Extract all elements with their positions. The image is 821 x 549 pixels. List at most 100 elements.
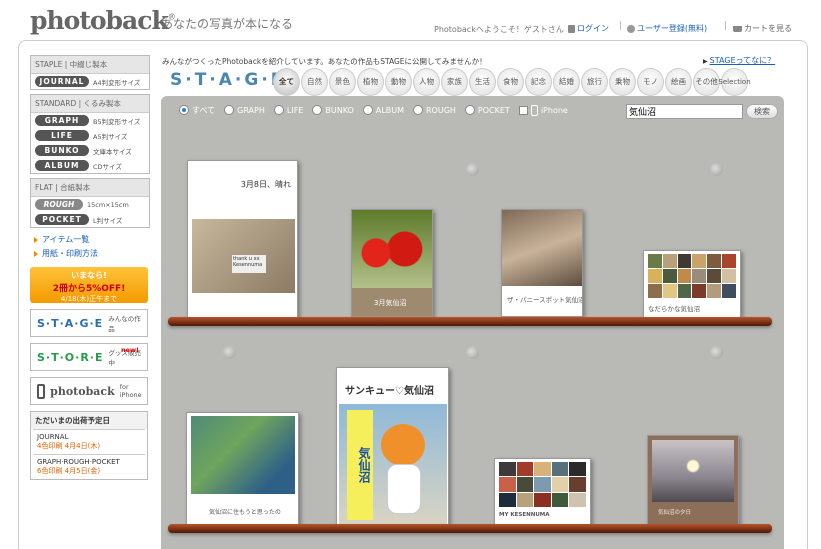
product-desc: B5判変形サイズ: [93, 117, 141, 126]
filter-rough[interactable]: ROUGH: [412, 105, 456, 115]
category-things[interactable]: モノ: [637, 68, 664, 96]
stage-banner-sub: みんなの作品: [108, 315, 141, 333]
product-journal[interactable]: JOURNAL A4判変形サイズ: [31, 74, 149, 89]
mascot-body: [387, 464, 421, 514]
photobook-card[interactable]: 3月8日、晴れ thank u xx Kesennuma: [187, 160, 298, 318]
wall-stud: [466, 163, 479, 176]
photobook-card[interactable]: 気仙沼の夕日: [647, 435, 739, 525]
user-icon: [627, 24, 635, 33]
stage-banner[interactable]: S·T·A·G·E みんなの作品: [30, 309, 148, 337]
wall-stud: [223, 346, 236, 359]
product-label: POCKET: [35, 214, 89, 225]
iphone-banner-title: photoback: [50, 384, 115, 398]
iphone-banner[interactable]: photoback for iPhone: [30, 377, 148, 405]
category-animals[interactable]: 動物: [385, 68, 412, 96]
product-graph[interactable]: GRAPH B5判変形サイズ: [31, 113, 149, 128]
category-vehicles[interactable]: 乗物: [609, 68, 636, 96]
checkbox-icon: [518, 105, 528, 115]
tagline: あなたの写真が本になる: [161, 17, 294, 31]
category-paintings[interactable]: 絵画: [665, 68, 692, 96]
cart-link[interactable]: カートを見る: [733, 23, 792, 34]
radio-icon: [464, 105, 475, 115]
book-cover-photo: [191, 416, 295, 494]
product-label: ROUGH: [35, 199, 83, 210]
category-people[interactable]: 人物: [413, 68, 440, 96]
photobook-card[interactable]: 3月気仙沼: [351, 209, 433, 317]
item-list-link[interactable]: アイテム一覧: [34, 234, 150, 245]
book-title: ザ・パニースポット気仙沼: [507, 296, 583, 304]
product-bunko[interactable]: BUNKO 文庫本サイズ: [31, 143, 149, 158]
book-cover-collage: [499, 462, 586, 507]
photobook-card[interactable]: MY KESENNUMA: [494, 458, 591, 525]
stage-logo: S·T·A·G·E: [170, 70, 286, 90]
product-desc: 文庫本サイズ: [93, 147, 132, 156]
product-label: JOURNAL: [35, 76, 89, 87]
category-selection[interactable]: Selection: [718, 68, 751, 96]
what-is-stage-link[interactable]: STAGEってなに？: [703, 55, 776, 66]
book-cover-photo: thank u xx Kesennuma: [192, 219, 295, 293]
staple-heading: STAPLE | 中綴じ製本: [31, 56, 149, 74]
radio-icon: [273, 105, 284, 115]
filter-pocket[interactable]: POCKET: [464, 105, 510, 115]
book-title: 気仙沼に住もうと思ったの: [209, 509, 281, 516]
filter-iphone[interactable]: iPhone: [518, 104, 568, 116]
category-scenery[interactable]: 景色: [329, 68, 356, 96]
filter-all[interactable]: すべて: [179, 105, 215, 116]
category-plants[interactable]: 植物: [357, 68, 384, 96]
product-life[interactable]: LIFE A5判サイズ: [31, 128, 149, 143]
sidebar: STAPLE | 中綴じ製本 JOURNAL A4判変形サイズ STANDARD…: [30, 55, 150, 480]
product-label: LIFE: [35, 130, 89, 141]
search-input[interactable]: [626, 104, 743, 119]
product-pocket[interactable]: POCKET L判サイズ: [31, 212, 149, 227]
category-memorial[interactable]: 記念: [525, 68, 552, 96]
photobook-card[interactable]: ザ・パニースポット気仙沼: [501, 209, 583, 317]
photoback-logo[interactable]: photoback®: [30, 6, 176, 35]
photobook-card[interactable]: なだらかな気仙沼: [643, 250, 741, 318]
mascot-head: [381, 424, 425, 466]
product-label: GRAPH: [35, 115, 89, 126]
staple-box: STAPLE | 中綴じ製本 JOURNAL A4判変形サイズ: [30, 55, 150, 90]
category-all[interactable]: 全て: [273, 68, 300, 96]
schedule-date: 4色印刷 4月4日(木): [37, 442, 101, 450]
category-life[interactable]: 生活: [469, 68, 496, 96]
photobook-card[interactable]: サンキュー♡気仙沼 気仙沼: [336, 367, 449, 525]
store-banner-title: S·T·O·R·E: [37, 350, 104, 364]
book-cover-photo: 気仙沼: [339, 404, 447, 524]
store-banner[interactable]: S·T·O·R·E グッズ販売中 new!: [30, 343, 148, 371]
header-separator: |: [619, 21, 623, 31]
book-cover-photo: [652, 440, 734, 502]
filter-graph[interactable]: GRAPH: [224, 105, 265, 115]
schedule-date: 6色印刷 4月5日(金): [37, 467, 101, 475]
search-button[interactable]: 検索: [746, 104, 778, 119]
category-other[interactable]: その他: [693, 68, 720, 96]
product-album[interactable]: ALBUM CDサイズ: [31, 158, 149, 173]
schedule-heading: ただいまの出荷予定日: [31, 412, 147, 429]
product-desc: 15cm×15cm: [87, 200, 129, 209]
category-food[interactable]: 食物: [497, 68, 524, 96]
filter-bunko[interactable]: BUNKO: [312, 105, 354, 115]
filter-life[interactable]: LIFE: [273, 105, 303, 115]
flat-box: FLAT | 合紙製本 ROUGH 15cm×15cm POCKET L判サイズ: [30, 178, 150, 228]
filter-album[interactable]: ALBUM: [362, 105, 404, 115]
iphone-banner-sub: for iPhone: [119, 383, 142, 399]
wall-stud: [466, 346, 479, 359]
paper-print-link[interactable]: 用紙・印刷方法: [34, 248, 150, 259]
book-cover-photo: [502, 210, 582, 286]
book-title: 気仙沼の夕日: [658, 510, 692, 516]
cover-note: thank u xx Kesennuma: [232, 255, 266, 273]
photobook-card[interactable]: 気仙沼に住もうと思ったの: [186, 412, 299, 525]
wall-stud: [710, 346, 723, 359]
category-travel[interactable]: 旅行: [581, 68, 608, 96]
cart-icon: [733, 25, 742, 32]
category-nature[interactable]: 自然: [301, 68, 328, 96]
product-desc: A4判変形サイズ: [93, 78, 141, 87]
discount-promo-banner[interactable]: いまなら! 2冊から5%OFF! 4/18(木)正午まで: [30, 267, 148, 303]
product-desc: CDサイズ: [93, 162, 122, 171]
category-family[interactable]: 家族: [441, 68, 468, 96]
login-link[interactable]: ログイン: [568, 23, 609, 34]
product-desc: A5判サイズ: [93, 132, 128, 141]
product-rough[interactable]: ROUGH 15cm×15cm: [31, 197, 149, 212]
category-wedding[interactable]: 結婚: [553, 68, 580, 96]
product-label: BUNKO: [35, 145, 89, 156]
register-link[interactable]: ユーザー登録(無料): [627, 23, 707, 34]
